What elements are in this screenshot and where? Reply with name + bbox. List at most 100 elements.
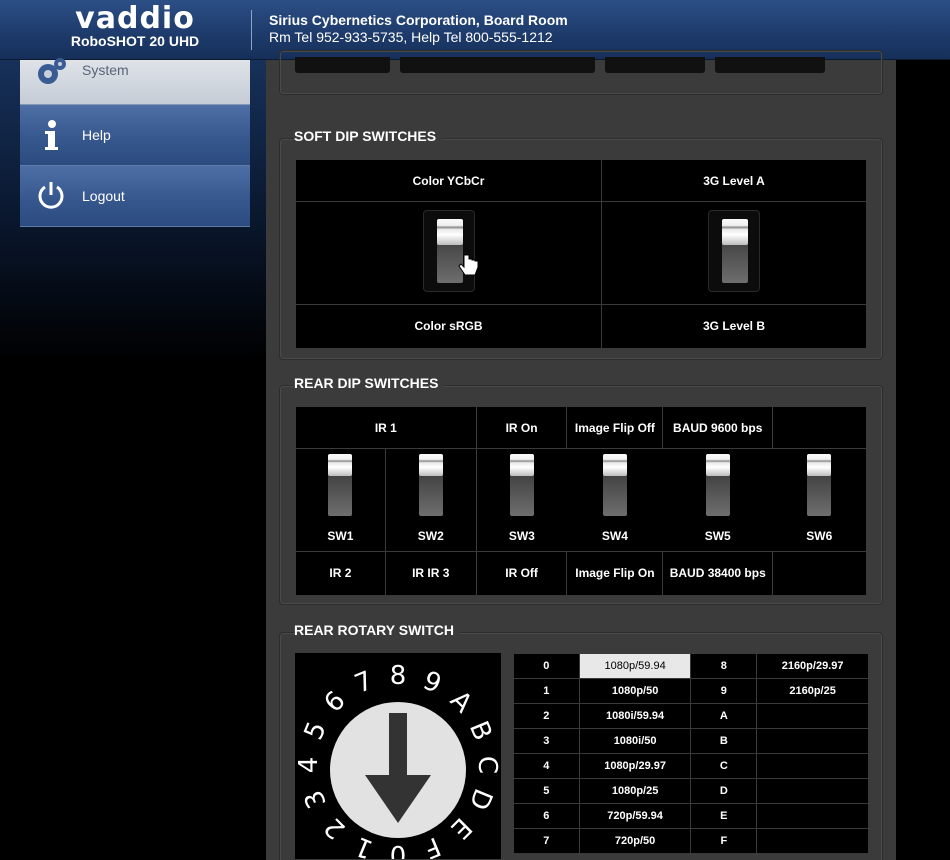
previous-section [279, 50, 883, 95]
rotary-position: A [690, 703, 758, 729]
switch-bottom-label: Color sRGB [294, 303, 603, 350]
dial-digit: 9 [419, 666, 446, 700]
room-name: Sirius Cybernetics Corporation, Board Ro… [269, 12, 568, 28]
rotary-position: 6 [513, 803, 580, 829]
soft-switch-cell [601, 201, 867, 305]
rotary-position: 9 [690, 678, 758, 704]
rear-top-label [772, 405, 867, 450]
section-button[interactable] [715, 57, 825, 73]
gear-icon [34, 54, 68, 93]
sidebar-item-label: Help [82, 127, 111, 143]
section-title: SOFT DIP SWITCHES [294, 128, 443, 144]
rotary-format [756, 828, 869, 854]
rotary-position: 4 [513, 753, 580, 779]
switch-label: SW6 [806, 528, 833, 543]
dial-digit: E [444, 811, 477, 844]
dial-digit: 5 [299, 718, 333, 745]
rotary-position: F [690, 828, 758, 854]
sidebar-item-help[interactable]: Help [20, 105, 250, 166]
rotary-position: 2 [513, 703, 580, 729]
sw2-switch[interactable] [418, 453, 443, 516]
rotary-format [756, 703, 869, 729]
rear-top-label: Image Flip Off [566, 405, 664, 450]
rear-top-label: IR 1 [295, 405, 477, 450]
dial-digit: 1 [351, 830, 378, 859]
dial-digit: 3 [299, 786, 333, 813]
switch-knob [705, 453, 730, 476]
switch-slot [328, 453, 353, 516]
rotary-format: 1080p/25 [578, 778, 692, 804]
switch-label: SW2 [417, 528, 444, 543]
rear-bottom-label: IR Off [475, 550, 568, 597]
rotary-position: C [690, 753, 758, 779]
rear-dip-table: IR 1 IR On Image Flip Off BAUD 9600 bps … [295, 405, 867, 597]
rear-switch-cell: SW6 [772, 448, 867, 552]
sw4-switch[interactable] [602, 453, 627, 516]
rotary-format: 1080p/29.97 [578, 753, 692, 779]
rear-bottom-label: Image Flip On [566, 550, 664, 597]
brand-wordmark: vaddio [75, 1, 195, 36]
switch-knob [509, 453, 534, 476]
switch-knob [807, 453, 832, 476]
rotary-position: 3 [513, 728, 580, 754]
rotary-format: 2160p/25 [756, 678, 869, 704]
rear-bottom-label: IR IR 3 [384, 550, 477, 597]
sidebar-item-system[interactable]: System [20, 58, 250, 105]
dial-digit: 0 [390, 839, 407, 859]
rear-switch-cell: SW3 [475, 448, 567, 552]
rotary-table: 0 1080p/59.94 8 2160p/29.97 1 1080p/50 9 2160p/… [513, 653, 869, 854]
sw5-switch[interactable] [705, 453, 730, 516]
rotary-position: 8 [690, 653, 758, 679]
dial-digit: 7 [351, 666, 378, 700]
rotary-dial[interactable]: 0123 4 56789ABCDEF [294, 653, 502, 860]
switch-knob [418, 453, 443, 476]
dial-digit: B [463, 717, 498, 745]
hand-cursor-icon [457, 254, 478, 276]
sw3-switch[interactable] [509, 453, 534, 516]
dial-arrow-shaft [389, 713, 407, 777]
rear-switch-cell: SW5 [662, 448, 773, 552]
rotary-row: 7 720p/50 F [513, 828, 869, 854]
dial-digit: 8 [390, 661, 407, 691]
rotary-format [756, 728, 869, 754]
rotary-format: 1080i/59.94 [578, 703, 692, 729]
rotary-dial-graphic: 0123 4 567 8 9ABCDEF [294, 661, 502, 860]
rotary-position: E [690, 803, 758, 829]
sidebar-nav: System Help Logout [20, 58, 250, 227]
rotary-format: 720p/59.94 [578, 803, 692, 829]
section-title: REAR ROTARY SWITCH [294, 622, 460, 638]
rotary-position: 7 [513, 828, 580, 854]
sidebar-item-label: System [82, 62, 129, 78]
sw6-switch[interactable] [807, 453, 832, 516]
rear-bottom-label: BAUD 38400 bps [662, 550, 774, 597]
section-button[interactable] [400, 57, 595, 73]
sidebar-item-logout[interactable]: Logout [20, 166, 250, 227]
color-space-switch[interactable] [422, 210, 478, 293]
rotary-row: 4 1080p/29.97 C [513, 753, 869, 779]
product-model: RoboSHOT 20 UHD [70, 33, 200, 49]
soft-switch-cell [294, 201, 603, 305]
switch-slot [509, 453, 534, 516]
rear-top-label: BAUD 9600 bps [662, 405, 774, 450]
switch-slot [602, 453, 627, 516]
soft-dip-switches-section: SOFT DIP SWITCHES Color YCbCr 3G Level A [279, 128, 883, 360]
3g-level-switch[interactable] [708, 210, 760, 293]
rotary-position: B [690, 728, 758, 754]
rear-bottom-label: IR 2 [295, 550, 386, 597]
rotary-row: 2 1080i/59.94 A [513, 703, 869, 729]
rotary-row: 3 1080i/50 B [513, 728, 869, 754]
power-icon [34, 180, 68, 215]
switch-knob [436, 219, 463, 246]
section-button[interactable] [605, 57, 705, 73]
dial-digit: F [419, 830, 444, 859]
switch-slot [722, 219, 748, 284]
section-button[interactable] [295, 57, 390, 73]
rear-rotary-switch-section: REAR ROTARY SWITCH 0123456789ABCDEF 0 108… [279, 622, 883, 860]
sw1-switch[interactable] [328, 453, 353, 516]
rotary-format: 1080p/50 [578, 678, 692, 704]
dial-digit: 2 [319, 811, 352, 844]
rotary-position: 5 [513, 778, 580, 804]
dial-digit: A [444, 685, 478, 719]
rotary-format [756, 778, 869, 804]
switch-slot [705, 453, 730, 516]
